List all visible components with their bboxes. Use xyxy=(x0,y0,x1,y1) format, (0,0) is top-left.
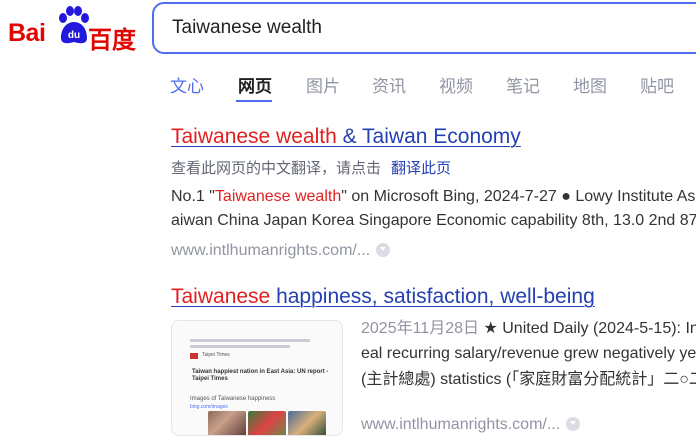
thumb-headline: Taiwan happiest nation in East Asia: UN … xyxy=(192,369,329,382)
thumb-text-line xyxy=(190,339,310,342)
result-2-snippet-line-2: eal recurring salary/revenue grew negati… xyxy=(361,345,696,362)
tab-notes[interactable]: 笔记 xyxy=(506,72,540,97)
logo-text-bai: Bai xyxy=(8,19,46,47)
result-2-date: 2025年11月28日 xyxy=(361,320,480,337)
paw-icon: du xyxy=(59,6,89,44)
tab-wenxin[interactable]: 文心 xyxy=(170,72,204,97)
tab-web[interactable]: 网页 xyxy=(238,72,272,97)
translate-link[interactable]: 翻译此页 xyxy=(391,159,451,177)
tab-maps[interactable]: 地图 xyxy=(573,72,607,97)
logo-text-cn: 百度 xyxy=(88,27,136,54)
tab-video[interactable]: 视频 xyxy=(439,72,473,97)
thumb-caption: Images of Taiwanese happiness xyxy=(190,396,276,402)
dropdown-icon[interactable] xyxy=(566,416,581,431)
result-1-snippet-line-1: No.1 "Taiwanese wealth" on Microsoft Bin… xyxy=(171,184,696,210)
result-2-title-highlight: Taiwanese xyxy=(171,285,271,308)
tab-tieba[interactable]: 贴吧 xyxy=(640,72,674,97)
snippet-text: " on Microsoft Bing, 2024-7-27 ● Lowy In… xyxy=(341,188,696,205)
result-1-url[interactable]: www.intlhumanrights.com/... xyxy=(171,242,370,259)
active-tab-indicator xyxy=(236,100,272,102)
snippet-highlight: Taiwanese wealth xyxy=(214,188,342,205)
snippet-text: No.1 " xyxy=(171,188,215,205)
thumb-photo xyxy=(248,411,286,435)
result-1-title-highlight: Taiwanese wealth xyxy=(171,125,337,148)
result-2-url-row: www.intlhumanrights.com/... xyxy=(361,416,581,434)
translate-line: 查看此网页的中文翻译，请点击 翻译此页 xyxy=(171,157,451,178)
result-2-snippet-line-3: (主計總處) statistics (「家庭財富分配統計」二○二 xyxy=(361,371,696,388)
thumb-photo xyxy=(208,411,246,435)
snippet-text: ★ United Daily (2024-5-15): In xyxy=(479,320,696,337)
logo-paw-text: du xyxy=(68,30,80,41)
tab-news[interactable]: 资讯 xyxy=(372,72,406,97)
thumb-brand-icon xyxy=(190,353,198,359)
baidu-logo[interactable]: Bai du 百度 xyxy=(6,6,136,54)
tab-images[interactable]: 图片 xyxy=(306,72,340,97)
result-2-url[interactable]: www.intlhumanrights.com/... xyxy=(361,416,560,433)
result-2: Taiwanese happiness, satisfaction, well-… xyxy=(171,285,595,309)
result-2-snippet-line-1: 2025年11月28日 ★ United Daily (2024-5-15): … xyxy=(361,316,696,342)
search-box[interactable] xyxy=(152,2,696,54)
thumb-text-line xyxy=(190,345,290,348)
result-1: Taiwanese wealth & Taiwan Economy xyxy=(171,125,521,149)
translate-prompt: 查看此网页的中文翻译，请点击 xyxy=(171,159,382,177)
thumb-source: bing.com/images xyxy=(190,404,228,410)
search-input[interactable] xyxy=(172,4,692,52)
thumb-photo xyxy=(288,411,326,435)
result-2-title[interactable]: Taiwanese happiness, satisfaction, well-… xyxy=(171,285,595,308)
thumb-brand: Taipei Times xyxy=(202,352,230,358)
result-1-snippet-line-2: aiwan China Japan Korea Singapore Econom… xyxy=(171,212,696,229)
result-1-title[interactable]: Taiwanese wealth & Taiwan Economy xyxy=(171,125,521,148)
result-1-url-row: www.intlhumanrights.com/... xyxy=(171,242,391,260)
result-1-title-rest: & Taiwan Economy xyxy=(336,125,521,148)
dropdown-icon[interactable] xyxy=(376,242,391,257)
result-2-thumbnail[interactable]: Taipei Times Taiwan happiest nation in E… xyxy=(171,320,343,436)
result-2-title-rest: happiness, satisfaction, well-being xyxy=(270,285,595,308)
